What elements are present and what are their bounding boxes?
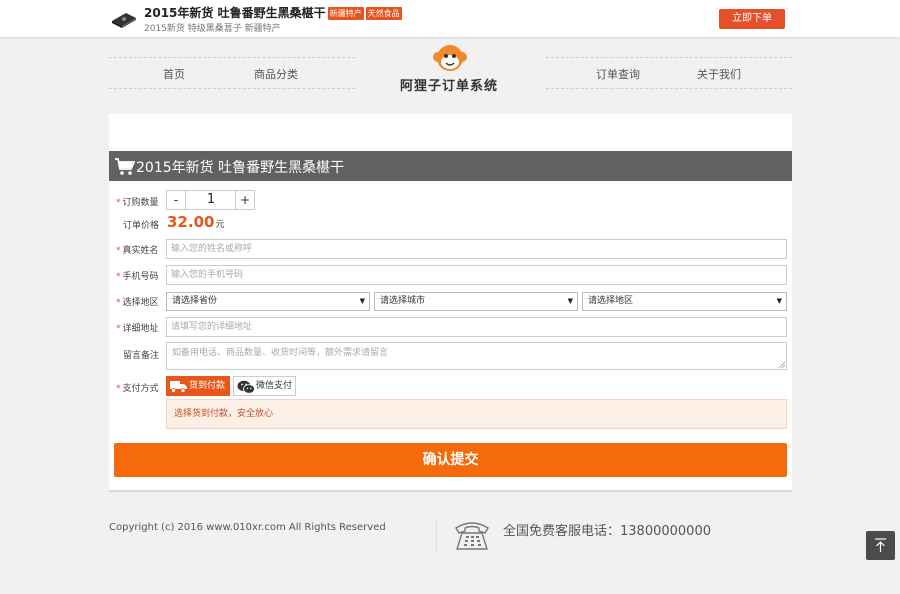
back-to-top-button[interactable]: [866, 531, 895, 560]
nav-home[interactable]: 首页: [163, 66, 185, 82]
price-value: 32.00元: [167, 213, 225, 231]
phone-input[interactable]: 输入您的手机号码: [166, 265, 787, 285]
nav-about[interactable]: 关于我们: [697, 66, 741, 82]
nav-divider: [546, 88, 792, 89]
quantity-minus-button[interactable]: -: [166, 190, 186, 210]
order-now-button[interactable]: 立即下单: [719, 9, 785, 29]
address-label: * 详细地址: [116, 324, 159, 334]
truck-icon: [170, 381, 187, 393]
name-label: * 真实姓名: [116, 246, 159, 256]
payment-notice: 选择货到付款，安全放心: [166, 399, 787, 429]
panel-header: 2015年新货 吐鲁番野生黑桑椹干: [109, 151, 792, 181]
back-to-top-icon: [875, 538, 886, 552]
pay-cod-option[interactable]: 货到付款: [166, 376, 230, 396]
nav-divider: [109, 57, 355, 58]
product-title: 2015年新货 吐鲁番野生黑桑椹干 新疆特产 天然食品: [144, 6, 402, 20]
submit-button[interactable]: 确认提交: [114, 443, 787, 477]
nav-divider: [546, 57, 792, 58]
tag-xinjiang: 新疆特产: [327, 7, 364, 20]
chevron-down-icon: ▼: [359, 297, 365, 305]
quantity-input[interactable]: 1: [186, 190, 236, 210]
monkey-logo-icon: [433, 45, 467, 71]
remark-textarea[interactable]: 如备用电话、商品数量、收货时间等，额外需求请留言: [166, 342, 787, 370]
wechat-icon: [237, 380, 255, 394]
chevron-down-icon: ▼: [776, 297, 782, 305]
product-subtitle: 2015新货 特级黑桑葚子 新疆特产: [144, 24, 281, 34]
pay-wechat-option[interactable]: 微信支付: [233, 376, 296, 396]
remark-label: 留言备注: [123, 351, 160, 361]
name-input[interactable]: 输入您的姓名或称呼: [166, 239, 787, 259]
tag-natural: 天然食品: [365, 7, 402, 20]
chevron-down-icon: ▼: [567, 297, 573, 305]
footer-divider: [436, 520, 437, 550]
form-title: 2015年新货 吐鲁番野生黑桑椹干: [136, 160, 345, 176]
resize-handle-icon[interactable]: [779, 362, 785, 368]
phone-label: * 手机号码: [116, 272, 159, 282]
cart-icon: [115, 158, 135, 175]
city-select[interactable]: 请选择城市 ▼: [374, 292, 578, 311]
nav-order-query[interactable]: 订单查询: [596, 66, 640, 82]
province-select[interactable]: 请选择省份 ▼: [166, 292, 370, 311]
copyright: Copyright (c) 2016 www.010xr.com All Rig…: [109, 522, 386, 533]
product-thumb-icon: [112, 13, 136, 28]
hotline-text: 全国免费客服电话：13800000000: [503, 524, 711, 539]
top-bar: 2015年新货 吐鲁番野生黑桑椹干 新疆特产 天然食品 2015新货 特级黑桑葚子 …: [0, 0, 900, 37]
phone-icon: [455, 522, 489, 550]
logo-text: 阿狸子订单系统: [400, 79, 499, 94]
quantity-plus-button[interactable]: +: [235, 190, 255, 210]
quantity-label: * 订购数量: [116, 198, 159, 208]
nav-divider: [109, 88, 355, 89]
nav-categories[interactable]: 商品分类: [254, 66, 298, 82]
address-input[interactable]: 请填写您的详细地址: [166, 317, 787, 337]
region-label: * 选择地区: [116, 298, 159, 308]
district-select[interactable]: 请选择地区 ▼: [582, 292, 787, 311]
price-label: 订单价格: [123, 221, 160, 231]
pay-label: * 支付方式: [116, 384, 159, 394]
